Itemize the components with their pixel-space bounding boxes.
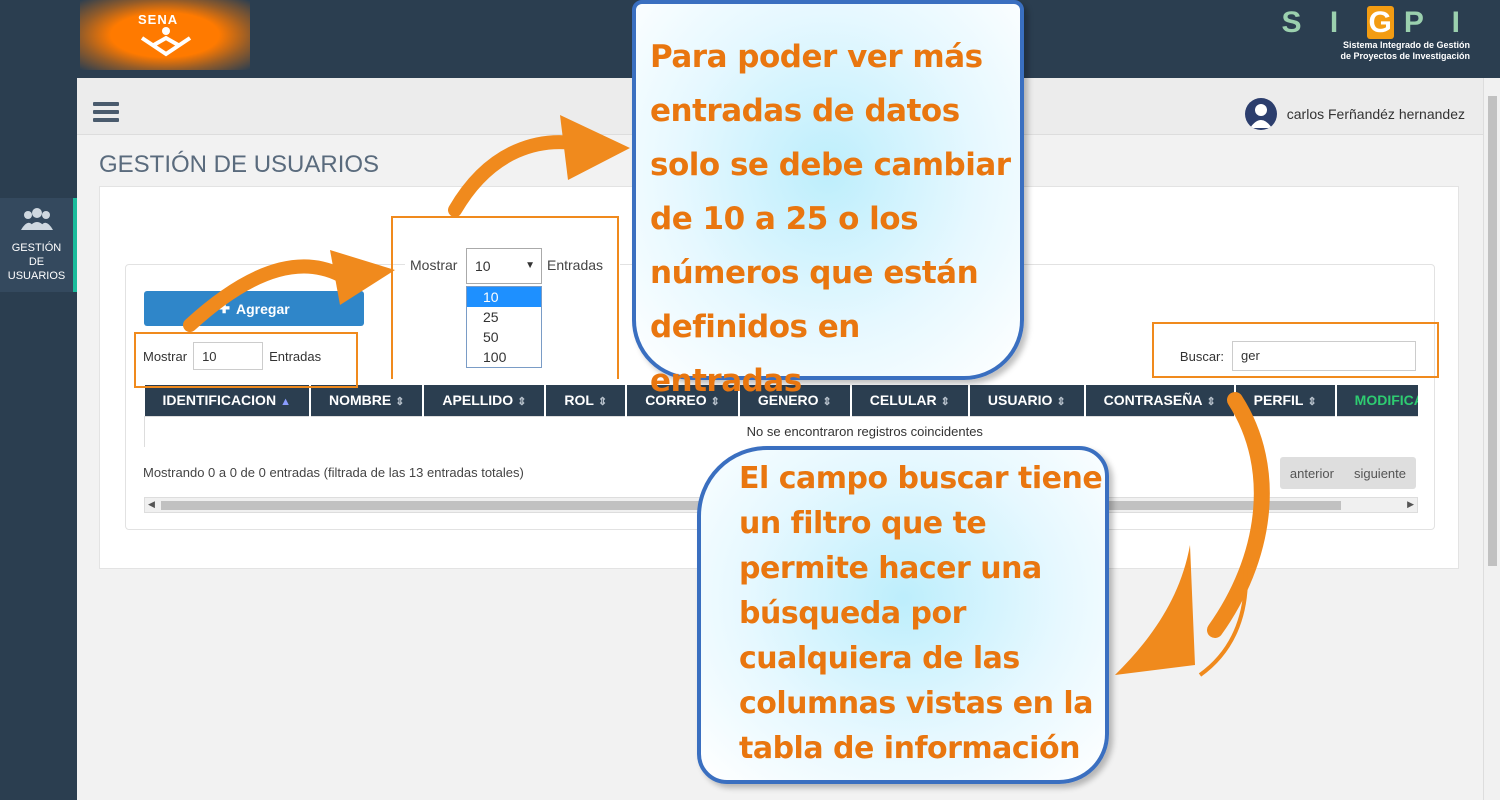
previous-page-button[interactable]: anterior [1280,466,1344,481]
sort-icon: ⇕ [1056,396,1066,409]
sigpi-logo: S I GP I Sistema Integrado de Gestión de… [1281,6,1470,61]
sidebar-item-label: GESTIÓN DE USUARIOS [7,242,66,282]
column-header-rol[interactable]: ROL ⇕ [545,385,628,416]
column-header-contraseña[interactable]: CONTRASEÑA ⇕ [1084,385,1236,416]
add-user-button[interactable]: ✚ Agregar [144,291,364,326]
table-info: Mostrando 0 a 0 de 0 entradas (filtrada … [143,465,524,480]
sort-icon: ⇕ [1206,396,1216,409]
user-menu[interactable]: carlos Ferñandéz hernandez [1244,98,1465,130]
column-header-apellido[interactable]: APELLIDO ⇕ [423,385,547,416]
callout-text-search: El campo buscar tiene un filtro que te p… [739,461,1103,766]
sena-logo-text: SENA [138,12,179,27]
column-header-perfil[interactable]: PERFIL ⇕ [1234,385,1337,416]
sort-icon: ⇕ [1307,396,1317,409]
column-header-modificar[interactable]: MODIFICAR⇕ [1335,385,1418,416]
annotation-box-show [134,332,358,388]
users-icon [20,208,53,230]
sort-icon: ⇕ [597,396,608,409]
callout-bubble-search: El campo buscar tiene un filtro que te p… [697,446,1109,784]
user-name: carlos Ferñandéz hernandez [1286,106,1465,122]
empty-table-message: No se encontraron registros coincidentes [144,415,1418,447]
sena-logo-mark [140,27,192,57]
plus-icon: ✚ [218,300,231,316]
pagination: anterior siguiente [1279,457,1416,489]
callout-bubble-entries: Para poder ver más entradas de datos sol… [632,0,1024,399]
sigpi-subtitle-2: de Proyectos de Investigación [1340,51,1470,61]
page-title: GESTIÓN DE USUARIOS [99,151,380,178]
annotation-box-search [1152,322,1439,378]
annotation-box-dropdown [391,216,619,379]
avatar [1244,98,1277,130]
sidebar-item-gestion-usuarios[interactable]: GESTIÓN DE USUARIOS [0,198,77,292]
sidebar: GESTIÓN DE USUARIOS [0,78,77,800]
column-header-identificacion[interactable]: IDENTIFICACION ▲ [144,385,311,416]
sigpi-subtitle-1: Sistema Integrado de Gestión [1342,40,1470,50]
hamburger-icon[interactable] [93,102,119,126]
next-page-button[interactable]: siguiente [1344,466,1416,481]
sort-icon: ⇕ [517,396,527,409]
callout-text-entries: Para poder ver más entradas de datos sol… [650,39,1011,399]
sort-asc-icon: ▲ [280,396,291,409]
vertical-scrollbar[interactable] [1483,78,1500,800]
sort-icon: ⇕ [395,396,405,409]
column-header-nombre[interactable]: NOMBRE ⇕ [309,385,425,416]
